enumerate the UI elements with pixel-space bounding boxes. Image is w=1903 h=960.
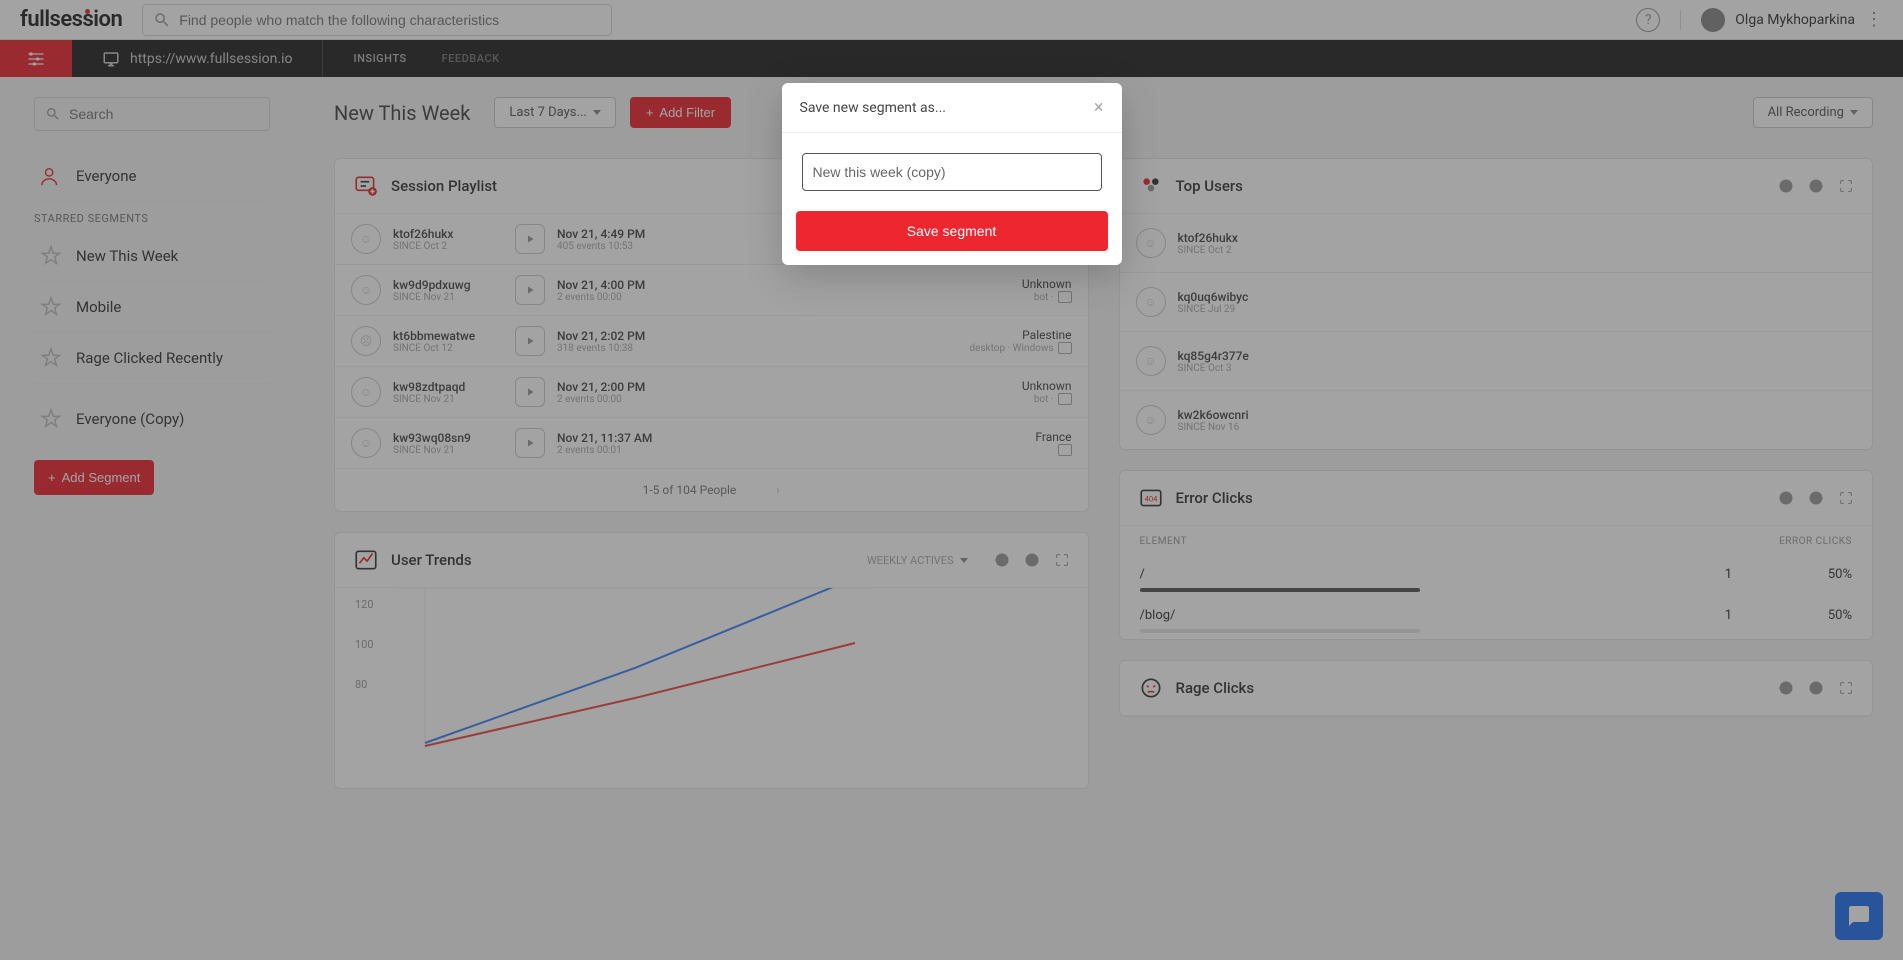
save-segment-modal: Save new segment as... × Save segment [782,83,1122,265]
segment-name-input[interactable] [802,153,1102,191]
modal-overlay[interactable]: Save new segment as... × Save segment [0,0,1903,960]
save-segment-button[interactable]: Save segment [796,211,1108,251]
modal-title: Save new segment as... [800,100,946,116]
close-icon[interactable]: × [1094,97,1104,118]
